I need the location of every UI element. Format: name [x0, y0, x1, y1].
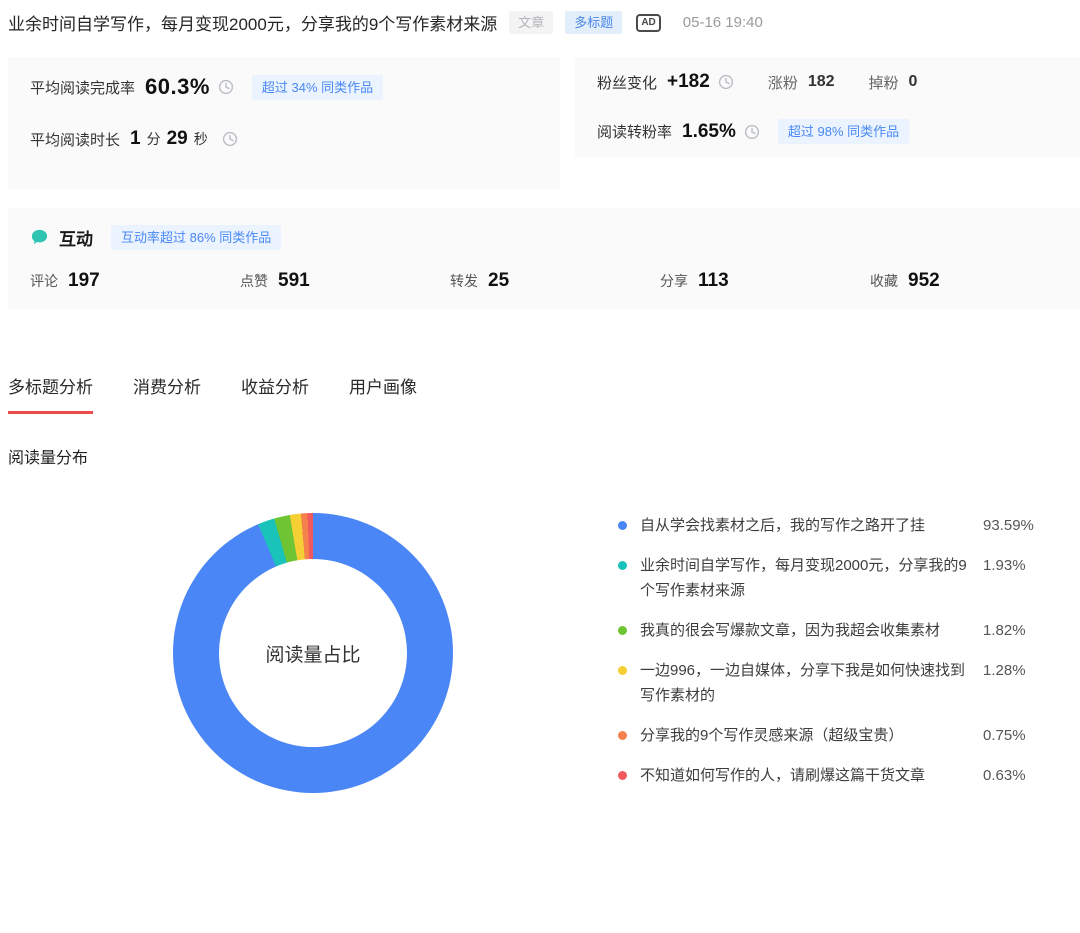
legend-item[interactable]: 我真的很会写爆款文章，因为我超会收集素材 1.82% [618, 618, 1058, 643]
donut-wrap: 阅读量占比 [173, 513, 453, 793]
conversion-rate-badge: 超过 98% 同类作品 [778, 119, 909, 144]
fan-change-label: 粉丝变化 [597, 72, 657, 93]
clock-icon [222, 131, 238, 147]
completion-rate-row: 平均阅读完成率 60.3% 超过 34% 同类作品 [30, 74, 538, 100]
legend-dot-icon [618, 521, 627, 530]
multi-title-badge: 多标题 [565, 11, 622, 34]
legend-percent: 1.82% [983, 618, 1026, 643]
clock-icon [218, 79, 234, 95]
legend-title: 不知道如何写作的人，请刷爆这篇干货文章 [640, 763, 970, 788]
interaction-stat: 转发 25 [450, 270, 660, 292]
legend-percent: 0.63% [983, 763, 1026, 788]
legend-item[interactable]: 业余时间自学写作，每月变现2000元，分享我的9个写作素材来源 1.93% [618, 553, 1058, 603]
fan-loss-value: 0 [909, 73, 918, 91]
legend-percent: 1.28% [983, 658, 1026, 683]
legend-dot-icon [618, 666, 627, 675]
chat-bubble-icon [30, 228, 49, 247]
interaction-stat: 评论 197 [30, 270, 240, 292]
interaction-stat-value: 113 [698, 270, 729, 292]
legend-title: 一边996，一边自媒体，分享下我是如何快速找到写作素材的 [640, 658, 970, 708]
fan-loss-label: 掉粉 [869, 72, 899, 93]
read-duration-row: 平均阅读时长 1 分 29 秒 [30, 128, 538, 150]
legend-title: 业余时间自学写作，每月变现2000元，分享我的9个写作素材来源 [640, 553, 970, 603]
tab-3[interactable]: 收益分析 [241, 373, 309, 414]
donut-center-label: 阅读量占比 [265, 640, 360, 667]
legend-dot-icon [618, 626, 627, 635]
duration-minutes: 1 [130, 128, 141, 150]
clock-icon [744, 124, 760, 140]
legend-dot-icon [618, 771, 627, 780]
fan-change-row: 粉丝变化 +182 涨粉 182 掉粉 0 [597, 71, 1058, 93]
fan-gain-value: 182 [808, 73, 835, 91]
interaction-stat-label: 转发 [450, 271, 478, 291]
interaction-title: 互动 [59, 225, 93, 250]
legend-title: 自从学会找素材之后，我的写作之路开了挂 [640, 513, 970, 538]
publish-datetime: 05-16 19:40 [683, 14, 763, 31]
interaction-stat-label: 分享 [660, 271, 688, 291]
legend-percent: 1.93% [983, 553, 1026, 578]
read-stats-panel: 平均阅读完成率 60.3% 超过 34% 同类作品 平均阅读时长 1 分 29 … [8, 57, 560, 190]
legend-item[interactable]: 分享我的9个写作灵感来源（超级宝贵） 0.75% [618, 723, 1058, 748]
tabs: 多标题分析消费分析收益分析用户画像 [8, 373, 1080, 414]
tab-1[interactable]: 多标题分析 [8, 373, 93, 414]
seconds-unit: 秒 [194, 129, 208, 149]
interaction-stat-label: 点赞 [240, 271, 268, 291]
fan-gain-label: 涨粉 [768, 72, 798, 93]
legend-dot-icon [618, 561, 627, 570]
interaction-stat: 收藏 952 [870, 270, 1080, 292]
article-header: 业余时间自学写作，每月变现2000元，分享我的9个写作素材来源 文章 多标题 A… [0, 0, 1080, 36]
read-duration-label: 平均阅读时长 [30, 129, 120, 150]
legend-item[interactable]: 不知道如何写作的人，请刷爆这篇干货文章 0.63% [618, 763, 1058, 788]
conversion-rate-value: 1.65% [682, 121, 736, 143]
conversion-rate-label: 阅读转粉率 [597, 121, 672, 142]
ad-icon: AD [636, 14, 660, 32]
legend-title: 我真的很会写爆款文章，因为我超会收集素材 [640, 618, 970, 643]
interaction-stat-value: 952 [908, 270, 940, 292]
clock-icon [718, 74, 734, 90]
section-title: 阅读量分布 [8, 444, 1080, 468]
fan-stats-panel: 粉丝变化 +182 涨粉 182 掉粉 0 阅读转粉率 1.65% 超过 98%… [575, 57, 1080, 158]
interaction-stat-value: 25 [488, 270, 509, 292]
completion-rate-badge: 超过 34% 同类作品 [252, 75, 383, 100]
interaction-stat-label: 收藏 [870, 271, 898, 291]
legend-percent: 0.75% [983, 723, 1026, 748]
legend-percent: 93.59% [983, 513, 1034, 538]
legend-item[interactable]: 自从学会找素材之后，我的写作之路开了挂 93.59% [618, 513, 1058, 538]
read-distribution-chart: 阅读量占比 自从学会找素材之后，我的写作之路开了挂 93.59% 业余时间自学写作，… [0, 513, 1080, 803]
article-title: 业余时间自学写作，每月变现2000元，分享我的9个写作素材来源 [8, 10, 497, 35]
interaction-header: 互动 互动率超过 86% 同类作品 [30, 225, 1080, 250]
legend-dot-icon [618, 731, 627, 740]
interaction-stat: 点赞 591 [240, 270, 450, 292]
interaction-stat-value: 197 [68, 270, 100, 292]
tab-2[interactable]: 消费分析 [133, 373, 201, 414]
interaction-stat-value: 591 [278, 270, 310, 292]
interaction-stat: 分享 113 [660, 270, 870, 292]
interaction-panel: 互动 互动率超过 86% 同类作品 评论 197 点赞 591 转发 25 分享 113 收藏 9… [8, 208, 1080, 310]
chart-legend: 自从学会找素材之后，我的写作之路开了挂 93.59% 业余时间自学写作，每月变现20… [618, 513, 1058, 803]
interaction-stats: 评论 197 点赞 591 转发 25 分享 113 收藏 952 [30, 270, 1080, 292]
fan-change-value: +182 [667, 71, 710, 93]
duration-seconds: 29 [167, 128, 188, 150]
legend-title: 分享我的9个写作灵感来源（超级宝贵） [640, 723, 970, 748]
completion-rate-value: 60.3% [145, 74, 210, 100]
tab-4[interactable]: 用户画像 [349, 373, 417, 414]
completion-rate-label: 平均阅读完成率 [30, 77, 135, 98]
article-type-badge: 文章 [509, 11, 553, 34]
conversion-rate-row: 阅读转粉率 1.65% 超过 98% 同类作品 [597, 119, 1058, 144]
legend-item[interactable]: 一边996，一边自媒体，分享下我是如何快速找到写作素材的 1.28% [618, 658, 1058, 708]
interaction-stat-label: 评论 [30, 271, 58, 291]
minutes-unit: 分 [147, 129, 161, 149]
interaction-badge: 互动率超过 86% 同类作品 [111, 225, 281, 250]
stats-panels: 平均阅读完成率 60.3% 超过 34% 同类作品 平均阅读时长 1 分 29 … [8, 57, 1080, 190]
donut-hole: 阅读量占比 [219, 559, 407, 747]
